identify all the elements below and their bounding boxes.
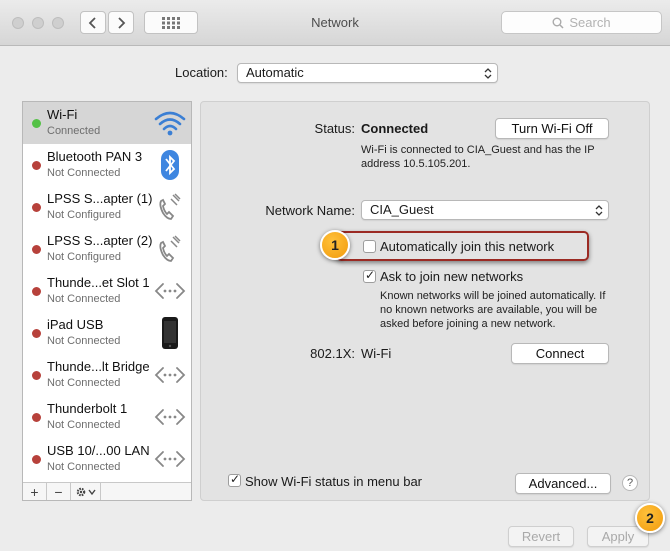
show-status-checkbox[interactable]: ✓ — [228, 472, 241, 487]
minus-icon: − — [54, 483, 63, 500]
service-name: Thunde...et Slot 1 — [47, 275, 150, 290]
advanced-button[interactable]: Advanced... — [515, 473, 611, 494]
connect-button[interactable]: Connect — [511, 343, 609, 364]
action-menu-button[interactable] — [71, 483, 101, 500]
network-name-popup[interactable]: CIA_Guest — [361, 200, 609, 220]
phone-icon — [153, 233, 187, 265]
checkmark-icon: ✓ — [365, 268, 376, 282]
revert-button[interactable]: Revert — [508, 526, 574, 547]
network-name-label: Network Name: — [265, 203, 355, 218]
service-sidebar: Wi-Fi Connected Bluetooth PAN 3 Not Connect… — [22, 101, 192, 501]
status-dot — [32, 413, 41, 422]
service-status: Not Connected — [47, 419, 121, 431]
phone-icon — [153, 191, 187, 223]
ethernet-icon — [153, 443, 187, 475]
status-dot — [32, 119, 41, 128]
service-item[interactable]: USB 10/...00 LAN Not Connected — [23, 438, 191, 480]
search-field[interactable]: Search — [501, 11, 662, 34]
network-name-value: CIA_Guest — [370, 202, 434, 217]
location-label: Location: — [175, 65, 228, 80]
status-dot — [32, 329, 41, 338]
service-item[interactable]: Thunde...lt Bridge Not Connected — [23, 354, 191, 396]
dot1x-label: 802.1X: — [310, 346, 355, 361]
service-item[interactable]: Thunderbolt 1 Not Connected — [23, 396, 191, 438]
service-name: LPSS S...apter (2) — [47, 233, 153, 248]
sidebar-toolbar: + − — [23, 482, 191, 500]
service-item[interactable]: iPad USB Not Connected — [23, 312, 191, 354]
status-label: Status: — [314, 121, 355, 136]
ethernet-icon — [153, 401, 187, 433]
ask-join-help-line3: asked before joining a new network. — [380, 318, 556, 330]
show-status-label: Show Wi-Fi status in menu bar — [245, 474, 423, 489]
service-name: Thunde...lt Bridge — [47, 359, 150, 374]
ask-join-checkbox[interactable]: ✓ — [363, 268, 376, 283]
ask-join-help-line1: Known networks will be joined automatica… — [380, 290, 606, 302]
service-status: Connected — [47, 125, 101, 137]
ask-join-help-line2: no known networks are available, you wil… — [380, 304, 598, 316]
service-status: Not Connected — [47, 293, 121, 305]
status-dot — [32, 245, 41, 254]
help-button[interactable]: ? — [622, 475, 638, 491]
status-dot — [32, 287, 41, 296]
remove-service-button[interactable]: − — [47, 483, 71, 500]
service-status: Not Configured — [47, 251, 121, 263]
service-name: Thunderbolt 1 — [47, 401, 128, 416]
service-name: iPad USB — [47, 317, 104, 332]
ethernet-icon — [153, 275, 187, 307]
auto-join-checkbox[interactable] — [363, 240, 376, 253]
status-description-line2: address 10.5.105.201. — [361, 158, 471, 170]
auto-join-label: Automatically join this network — [380, 239, 555, 254]
status-dot — [32, 161, 41, 170]
service-status: Not Connected — [47, 335, 121, 347]
dot1x-value: Wi-Fi — [361, 346, 392, 361]
turn-wifi-off-button[interactable]: Turn Wi-Fi Off — [495, 118, 609, 139]
checkmark-icon: ✓ — [230, 472, 241, 486]
search-placeholder: Search — [569, 15, 611, 30]
service-item[interactable]: LPSS S...apter (1) Not Configured — [23, 186, 191, 228]
bluetooth-icon — [153, 149, 187, 181]
service-status: Not Connected — [47, 377, 121, 389]
ask-join-label: Ask to join new networks — [380, 269, 524, 284]
service-status: Not Connected — [47, 167, 121, 179]
callout-badge-2: 2 — [635, 503, 665, 533]
add-service-button[interactable]: + — [23, 483, 47, 500]
gear-icon — [76, 487, 96, 496]
service-status: Not Configured — [47, 209, 121, 221]
status-value: Connected — [361, 121, 429, 136]
ethernet-icon — [153, 359, 187, 391]
status-dot — [32, 371, 41, 380]
status-dot — [32, 203, 41, 212]
location-value: Automatic — [246, 65, 304, 80]
service-item[interactable]: Thunde...et Slot 1 Not Connected — [23, 270, 191, 312]
title-bar: Network Search — [0, 0, 670, 46]
service-name: USB 10/...00 LAN — [47, 443, 150, 458]
search-icon — [552, 17, 564, 29]
service-status: Not Connected — [47, 461, 121, 473]
service-name: LPSS S...apter (1) — [47, 191, 153, 206]
popup-arrows-icon — [484, 68, 492, 79]
popup-arrows-icon — [595, 205, 603, 216]
plus-icon: + — [30, 483, 39, 500]
status-dot — [32, 455, 41, 464]
location-popup[interactable]: Automatic — [237, 63, 498, 83]
service-name: Bluetooth PAN 3 — [47, 149, 143, 164]
wifi-icon — [153, 107, 187, 139]
callout-badge-1: 1 — [320, 230, 350, 260]
service-name: Wi-Fi — [47, 107, 78, 122]
ipad-icon — [153, 317, 187, 349]
service-item[interactable]: Wi-Fi Connected — [23, 102, 191, 144]
service-item[interactable]: LPSS S...apter (2) Not Configured — [23, 228, 191, 270]
service-item[interactable]: Bluetooth PAN 3 Not Connected — [23, 144, 191, 186]
service-list: Wi-Fi Connected Bluetooth PAN 3 Not Connect… — [23, 102, 191, 483]
status-description-line1: Wi-Fi is connected to CIA_Guest and has … — [361, 144, 595, 156]
